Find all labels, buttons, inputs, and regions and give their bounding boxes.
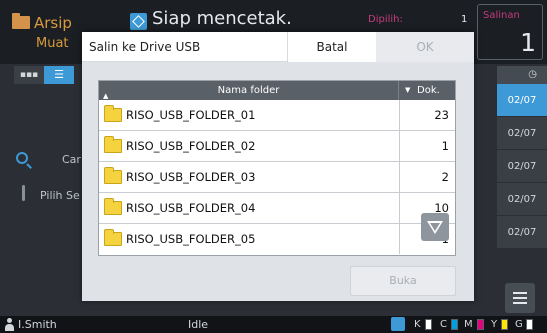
ink-level-k xyxy=(425,319,432,330)
status-text: Siap mencetak. xyxy=(152,8,292,29)
date-cell[interactable]: 02/07 xyxy=(497,150,547,183)
menu-icon-line xyxy=(513,302,527,304)
folder-name: RISO_USB_FOLDER_01 xyxy=(126,108,256,122)
folder-icon xyxy=(104,198,122,215)
view-toggle: ▪▪▪ ☰ xyxy=(14,66,74,84)
date-cell[interactable]: 02/07 xyxy=(497,216,547,249)
ink-level-y xyxy=(501,319,508,330)
table-header: ▲ Nama folder ▼ Dok. xyxy=(99,81,455,100)
bottom-status-bar: I.Smith Idle K C M Y G xyxy=(0,316,547,333)
ink-label-g: G xyxy=(515,319,523,330)
date-header-clock-icon[interactable]: ◷ xyxy=(497,66,547,84)
machine-state: Idle xyxy=(188,318,209,331)
date-cell[interactable]: 02/07 xyxy=(497,117,547,150)
doc-count: 2 xyxy=(399,162,455,192)
ink-level-g xyxy=(526,319,533,330)
menu-button[interactable] xyxy=(505,283,535,313)
search-icon[interactable] xyxy=(16,152,28,164)
open-button[interactable]: Buka xyxy=(350,266,456,296)
dialog-header: Salin ke Drive USB Batal OK xyxy=(82,32,474,62)
detail-view-button[interactable]: ☰ xyxy=(44,66,74,84)
ink-level-c xyxy=(451,319,458,330)
folder-icon xyxy=(104,136,122,153)
menu-icon xyxy=(513,292,527,294)
folder-icon xyxy=(104,167,122,184)
folder-name: RISO_USB_FOLDER_02 xyxy=(126,139,256,153)
doc-count-header-label: Dok. xyxy=(417,85,440,96)
doc-count-column-header[interactable]: ▼ Dok. xyxy=(399,81,455,100)
folder-name-header-label: Nama folder xyxy=(217,85,280,96)
date-cell[interactable]: 02/07 xyxy=(497,183,547,216)
table-row[interactable]: RISO_USB_FOLDER_01 23 xyxy=(99,100,455,131)
ink-label-k: K xyxy=(414,319,421,330)
user-name[interactable]: I.Smith xyxy=(18,318,57,331)
copies-box[interactable]: Salinan 1 xyxy=(477,4,543,60)
menu-icon-line xyxy=(513,297,527,299)
ink-label-y: Y xyxy=(491,319,498,330)
folder-table: ▲ Nama folder ▼ Dok. RISO_USB_FOLDER_01 … xyxy=(98,80,456,256)
dialog-title: Salin ke Drive USB xyxy=(89,40,201,54)
cancel-button[interactable]: Batal xyxy=(287,32,376,62)
table-row[interactable]: RISO_USB_FOLDER_02 1 xyxy=(99,131,455,162)
archive-tab[interactable]: Arsip Muat xyxy=(10,12,72,52)
dialog-body: ▲ Nama folder ▼ Dok. RISO_USB_FOLDER_01 … xyxy=(82,62,474,301)
folder-name: RISO_USB_FOLDER_05 xyxy=(126,232,256,246)
date-column: ◷ 02/07 02/07 02/07 02/07 02/07 xyxy=(497,66,547,249)
copy-to-usb-dialog: Salin ke Drive USB Batal OK ▲ Nama folde… xyxy=(82,32,474,301)
folder-name-column-header[interactable]: ▲ Nama folder xyxy=(99,81,399,100)
date-cell[interactable]: 02/07 xyxy=(497,84,547,117)
ink-level-m xyxy=(477,319,484,330)
folder-icon xyxy=(104,229,122,246)
sort-down-icon: ▼ xyxy=(405,86,411,94)
ink-label-m: M xyxy=(464,319,473,330)
ink-label-c: C xyxy=(440,319,447,330)
selected-count: 1 xyxy=(461,14,468,25)
archive-tab-subtitle: Muat xyxy=(36,36,69,51)
user-icon xyxy=(5,318,14,331)
doc-count: 1 xyxy=(399,131,455,161)
search-label[interactable]: Car xyxy=(62,153,81,166)
network-icon xyxy=(391,317,405,331)
doc-count: 23 xyxy=(399,100,455,130)
folder-name: RISO_USB_FOLDER_04 xyxy=(126,201,256,215)
list-view-button[interactable]: ▪▪▪ xyxy=(14,66,44,84)
folder-name: RISO_USB_FOLDER_03 xyxy=(126,170,256,184)
archive-tab-title: Arsip xyxy=(34,14,72,32)
triangle-down-icon xyxy=(427,221,443,234)
status-icon xyxy=(130,13,147,30)
select-all-indicator xyxy=(22,185,25,201)
selected-label: Dipilih: xyxy=(368,14,403,25)
table-row[interactable]: RISO_USB_FOLDER_03 2 xyxy=(99,162,455,193)
scroll-down-button[interactable] xyxy=(421,213,449,241)
table-row[interactable]: RISO_USB_FOLDER_04 10 xyxy=(99,193,455,224)
ok-button[interactable]: OK xyxy=(376,32,474,62)
table-row[interactable]: RISO_USB_FOLDER_05 1 xyxy=(99,224,455,255)
copies-value: 1 xyxy=(520,28,536,57)
folder-icon xyxy=(104,105,122,122)
printer-screen: Arsip Muat Siap mencetak. Dipilih: 1 Sal… xyxy=(0,0,547,333)
select-all-label[interactable]: Pilih Se xyxy=(40,189,80,202)
folder-icon xyxy=(12,13,30,29)
copies-label: Salinan xyxy=(483,10,520,21)
